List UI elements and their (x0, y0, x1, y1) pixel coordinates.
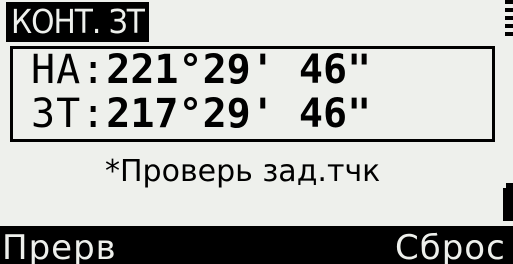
reset-softkey[interactable]: Сброс (395, 226, 506, 264)
battery-icon (503, 183, 513, 221)
softkey-bar: Прерв Сброс (0, 226, 513, 264)
horizontal-angle-value: 221°29' 46" (106, 47, 372, 93)
horizontal-angle-row: HA:221°29' 46" (31, 49, 371, 91)
vertical-angle-value: 217°29' 46" (106, 91, 372, 137)
status-message: *Проверь зад.тчк (105, 154, 381, 189)
horizontal-angle-label: HA: (31, 47, 107, 93)
screen-title: КОНТ. ЗТ (6, 2, 149, 42)
scroll-indicator-icon (505, 0, 513, 42)
abort-softkey[interactable]: Прерв (2, 226, 117, 264)
vertical-angle-label: ЗТ: (31, 91, 107, 137)
angle-readout-panel: HA:221°29' 46" ЗТ:217°29' 46" (10, 46, 495, 142)
vertical-angle-row: ЗТ:217°29' 46" (31, 93, 371, 135)
